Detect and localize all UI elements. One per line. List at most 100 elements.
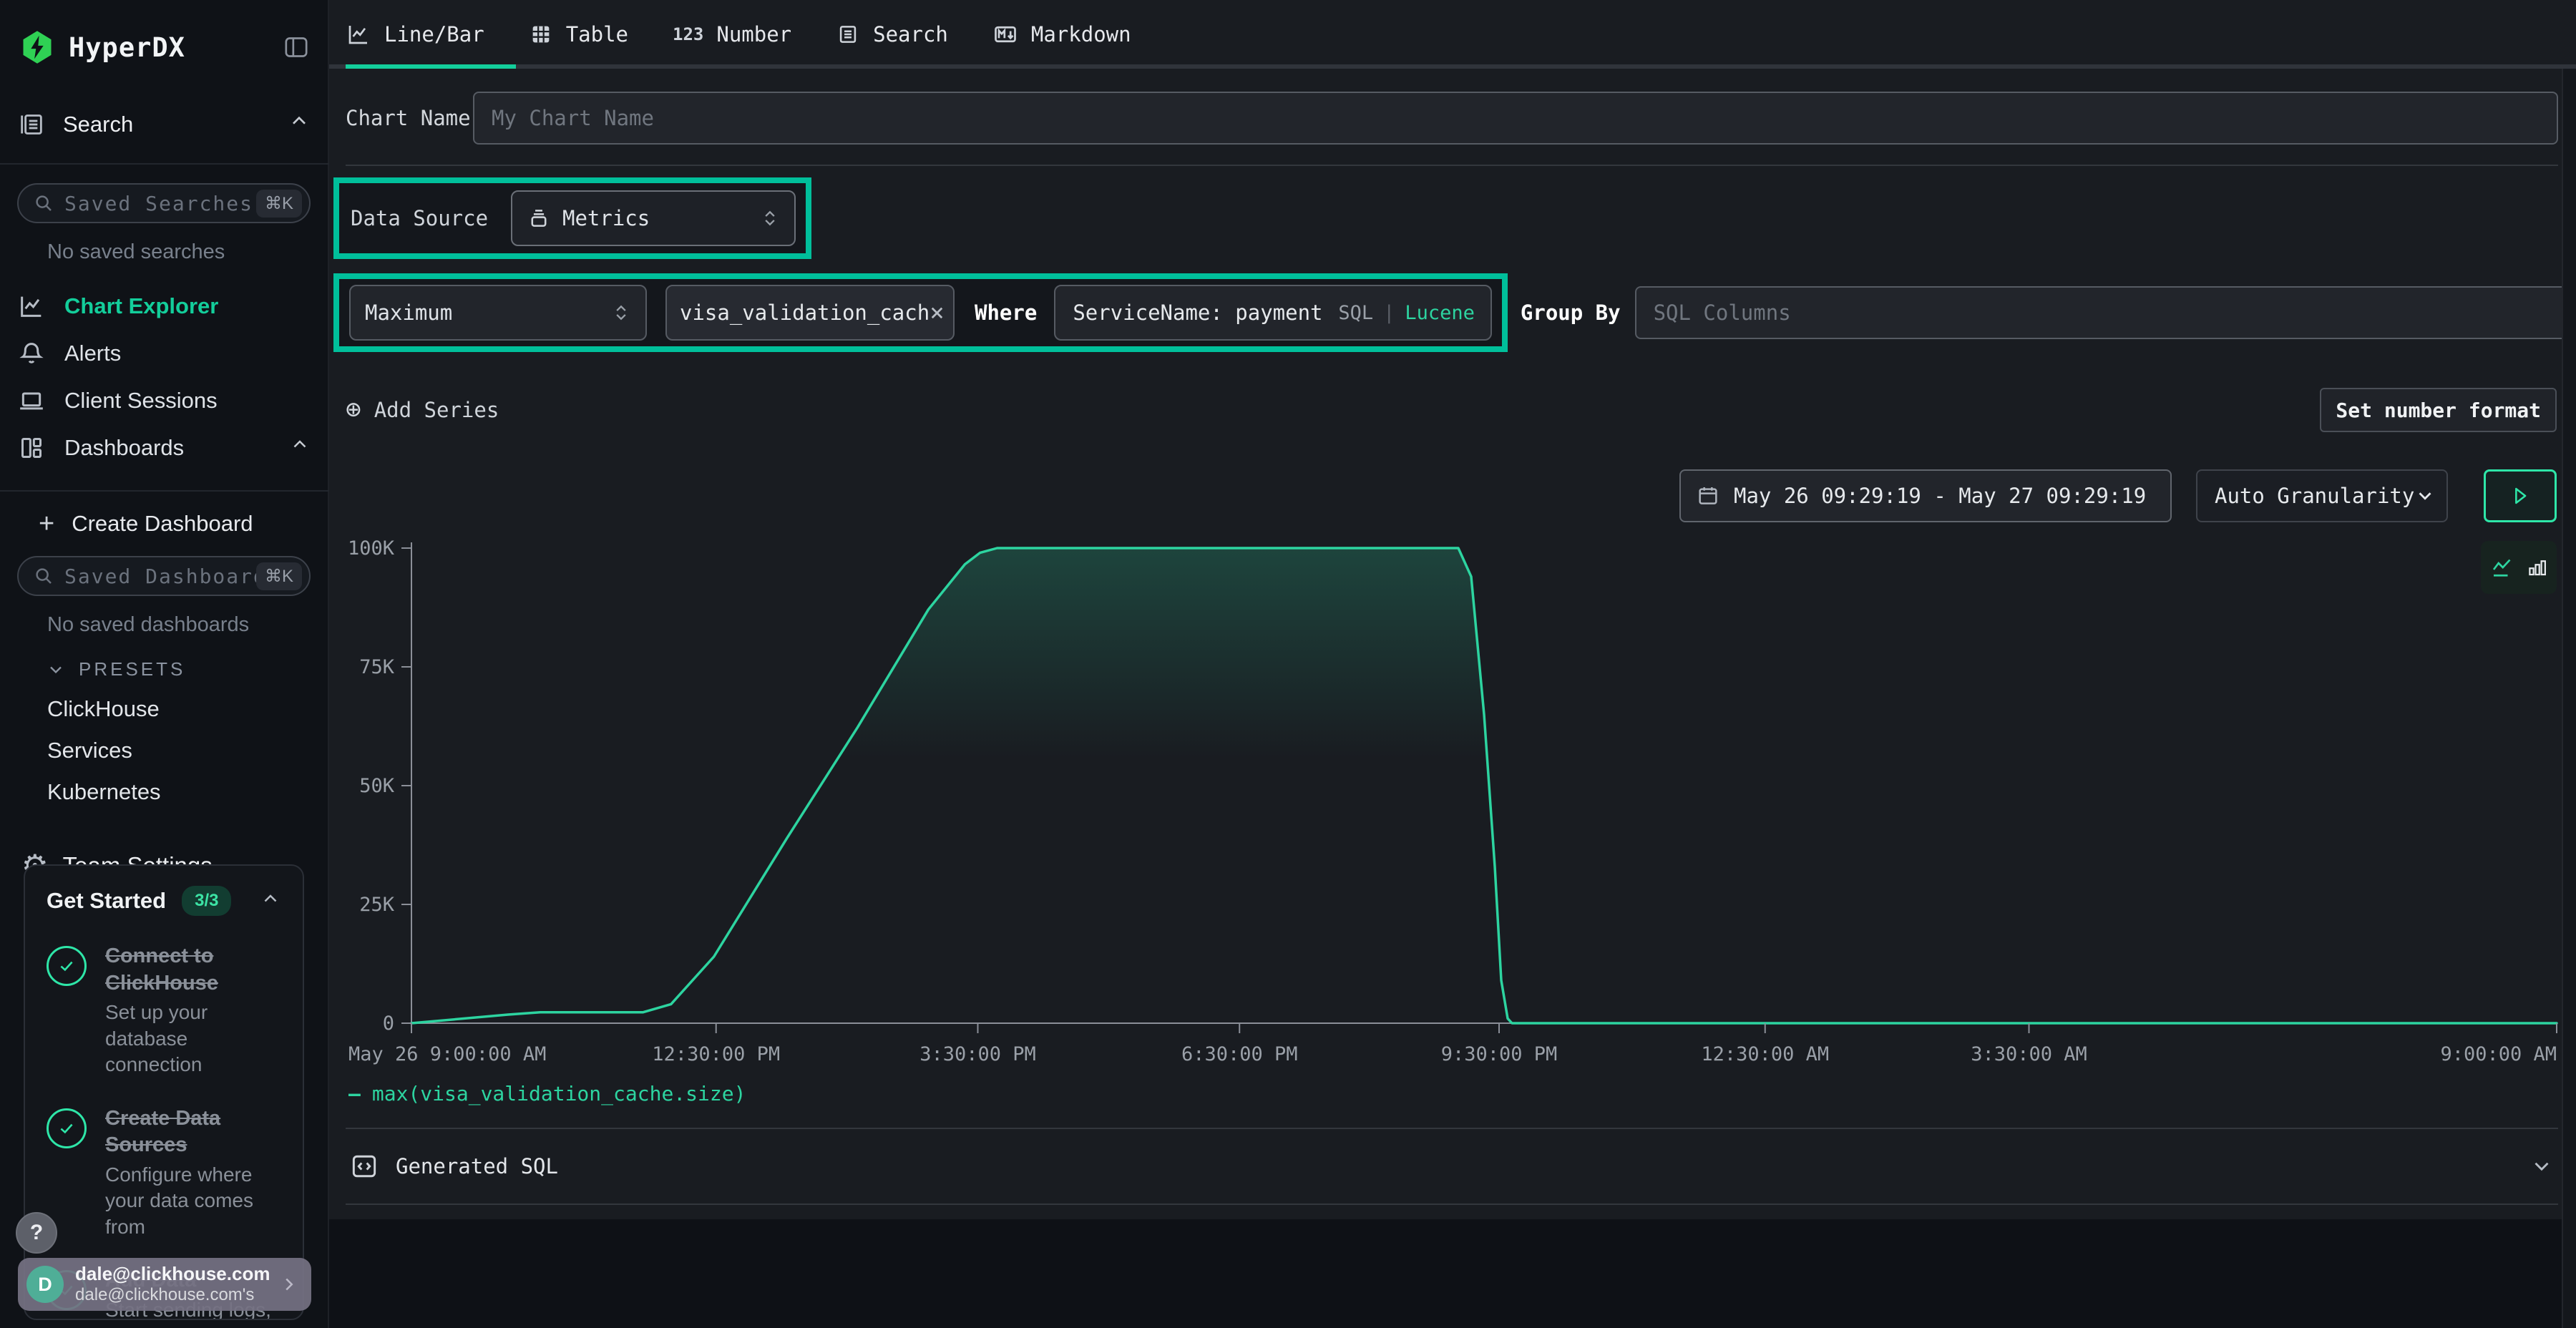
line-chart-toggle[interactable] [2489, 555, 2515, 580]
saved-searches-input[interactable]: Saved Searches ⌘K [17, 183, 311, 223]
add-series-button[interactable]: ⊕ Add Series [346, 397, 499, 423]
generated-sql-toggle[interactable]: Generated SQL [346, 1128, 2558, 1205]
svg-text:0: 0 [383, 1012, 394, 1035]
sidebar-section-search[interactable]: Search [17, 104, 311, 145]
add-series-label: Add Series [374, 398, 499, 422]
svg-text:75K: 75K [359, 656, 395, 678]
get-started-item-title: Create Data Sources [105, 1105, 281, 1159]
legend-line-swatch: — [348, 1082, 361, 1105]
presets-toggle[interactable]: PRESETS [46, 658, 311, 680]
legend-series-name: max(visa_validation_cache.size) [372, 1082, 746, 1105]
sidebar-item-alerts[interactable]: Alerts [17, 330, 311, 377]
svg-text:May 26 9:00:00 AM: May 26 9:00:00 AM [348, 1043, 546, 1065]
saved-searches-placeholder: Saved Searches [64, 192, 256, 215]
tab-line-bar[interactable]: Line/Bar [346, 21, 484, 47]
get-started-item-data-sources[interactable]: Create Data Sources Configure where your… [47, 1105, 281, 1241]
chart-name-input[interactable] [473, 92, 2558, 145]
tab-search[interactable]: Search [836, 22, 948, 47]
where-input[interactable] [1071, 300, 1338, 326]
tab-table[interactable]: Table [529, 22, 628, 47]
sidebar-divider [0, 163, 345, 165]
chart-name-label: Chart Name [346, 106, 473, 130]
app-window: HyperDX Search Saved S [0, 0, 2576, 1328]
play-icon [2508, 484, 2532, 508]
get-started-collapse-button[interactable] [260, 889, 281, 914]
saved-dashboards-input[interactable]: Saved Dashboards ⌘K [17, 556, 311, 596]
aggregation-value: Maximum [365, 301, 452, 325]
help-button[interactable]: ? [16, 1212, 57, 1254]
user-subtitle: dale@clickhouse.com's [75, 1285, 270, 1305]
remove-metric-button[interactable]: × [930, 301, 944, 325]
tab-label: Markdown [1031, 22, 1131, 47]
sidebar-item-label: Alerts [64, 341, 121, 366]
preset-services[interactable]: Services [47, 738, 311, 763]
get-started-item-connect[interactable]: Connect to ClickHouse Set up your databa… [47, 943, 281, 1078]
chevron-right-icon [278, 1274, 300, 1295]
user-email: dale@clickhouse.com [75, 1264, 270, 1285]
svg-text:3:30:00 PM: 3:30:00 PM [919, 1043, 1036, 1065]
preset-clickhouse[interactable]: ClickHouse [47, 696, 311, 722]
tab-label: Number [716, 22, 791, 47]
sql-mode-button[interactable]: SQL [1338, 302, 1373, 324]
group-by-input[interactable] [1635, 286, 2576, 339]
svg-text:9:30:00 PM: 9:30:00 PM [1441, 1043, 1558, 1065]
no-saved-dashboards-text: No saved dashboards [47, 613, 311, 637]
chevron-up-icon [288, 110, 311, 139]
tab-markdown[interactable]: Markdown [992, 21, 1131, 47]
get-started-item-title: Connect to ClickHouse [105, 943, 281, 997]
progress-badge: 3/3 [182, 886, 231, 916]
chevron-down-icon [46, 660, 66, 680]
group-by-label: Group By [1521, 301, 1621, 325]
sidebar-item-label: Chart Explorer [64, 293, 218, 319]
avatar: D [26, 1266, 64, 1303]
metric-field-value: visa_validation_cach [680, 301, 930, 325]
user-menu[interactable]: D dale@clickhouse.com dale@clickhouse.co… [18, 1258, 311, 1311]
date-range-picker[interactable]: May 26 09:29:19 - May 27 09:29:19 [1679, 469, 2172, 522]
create-dashboard-button[interactable]: + Create Dashboard [39, 510, 311, 537]
search-icon [33, 565, 54, 587]
saved-dashboards-placeholder: Saved Dashboards [64, 565, 256, 588]
sidebar-item-chart-explorer[interactable]: Chart Explorer [17, 283, 311, 330]
check-circle-icon [47, 1108, 87, 1148]
select-chevrons-icon [760, 208, 780, 228]
metric-field-chip[interactable]: visa_validation_cach × [665, 285, 955, 341]
data-source-select[interactable]: Metrics [511, 190, 796, 246]
aggregation-select[interactable]: Maximum [349, 285, 647, 341]
get-started-panel: Get Started 3/3 Connect to ClickHouse Se… [24, 864, 304, 1320]
scrollbar[interactable] [2562, 69, 2576, 1328]
collapse-sidebar-button[interactable] [282, 33, 311, 62]
get-started-title: Get Started [47, 888, 166, 914]
logo[interactable]: HyperDX [17, 26, 311, 69]
chevron-down-icon [2529, 1154, 2554, 1178]
list-icon [836, 22, 860, 47]
code-icon [348, 1151, 380, 1182]
circle-plus-icon: ⊕ [346, 397, 361, 423]
sidebar-item-client-sessions[interactable]: Client Sessions [17, 377, 311, 424]
line-chart-icon [346, 21, 371, 47]
svg-text:50K: 50K [359, 775, 395, 797]
chart-type-tabs: Line/Bar Table 123 Number Search [329, 0, 2576, 69]
database-icon [527, 206, 551, 230]
presets-label: PRESETS [79, 658, 185, 680]
app-title: HyperDX [69, 32, 185, 63]
preset-kubernetes[interactable]: Kubernetes [47, 779, 311, 805]
run-query-button[interactable] [2484, 469, 2557, 522]
active-tab-indicator [346, 64, 516, 69]
set-number-format-button[interactable]: Set number format [2320, 388, 2557, 432]
data-source-highlight-box: Data Source Metrics [333, 177, 811, 259]
granularity-select[interactable]: Auto Granularity [2196, 469, 2448, 522]
lucene-mode-button[interactable]: Lucene [1405, 302, 1475, 324]
svg-text:3:30:00 AM: 3:30:00 AM [1971, 1043, 2087, 1065]
date-range-value: May 26 09:29:19 - May 27 09:29:19 [1734, 484, 2146, 508]
timeseries-chart: 025K50K75K100KMay 26 9:00:00 AM12:30:00 … [329, 522, 2576, 1128]
tab-label: Line/Bar [384, 22, 484, 47]
bar-chart-toggle[interactable] [2527, 557, 2548, 578]
no-saved-searches-text: No saved searches [47, 240, 311, 264]
where-label: Where [975, 301, 1037, 325]
sidebar-item-dashboards[interactable]: Dashboards [17, 424, 311, 472]
page-background [329, 1219, 2576, 1328]
tab-number[interactable]: 123 Number [673, 22, 791, 47]
select-chevrons-icon [611, 303, 631, 323]
svg-text:9:00:00 AM: 9:00:00 AM [2440, 1043, 2557, 1065]
logs-icon [17, 110, 50, 139]
